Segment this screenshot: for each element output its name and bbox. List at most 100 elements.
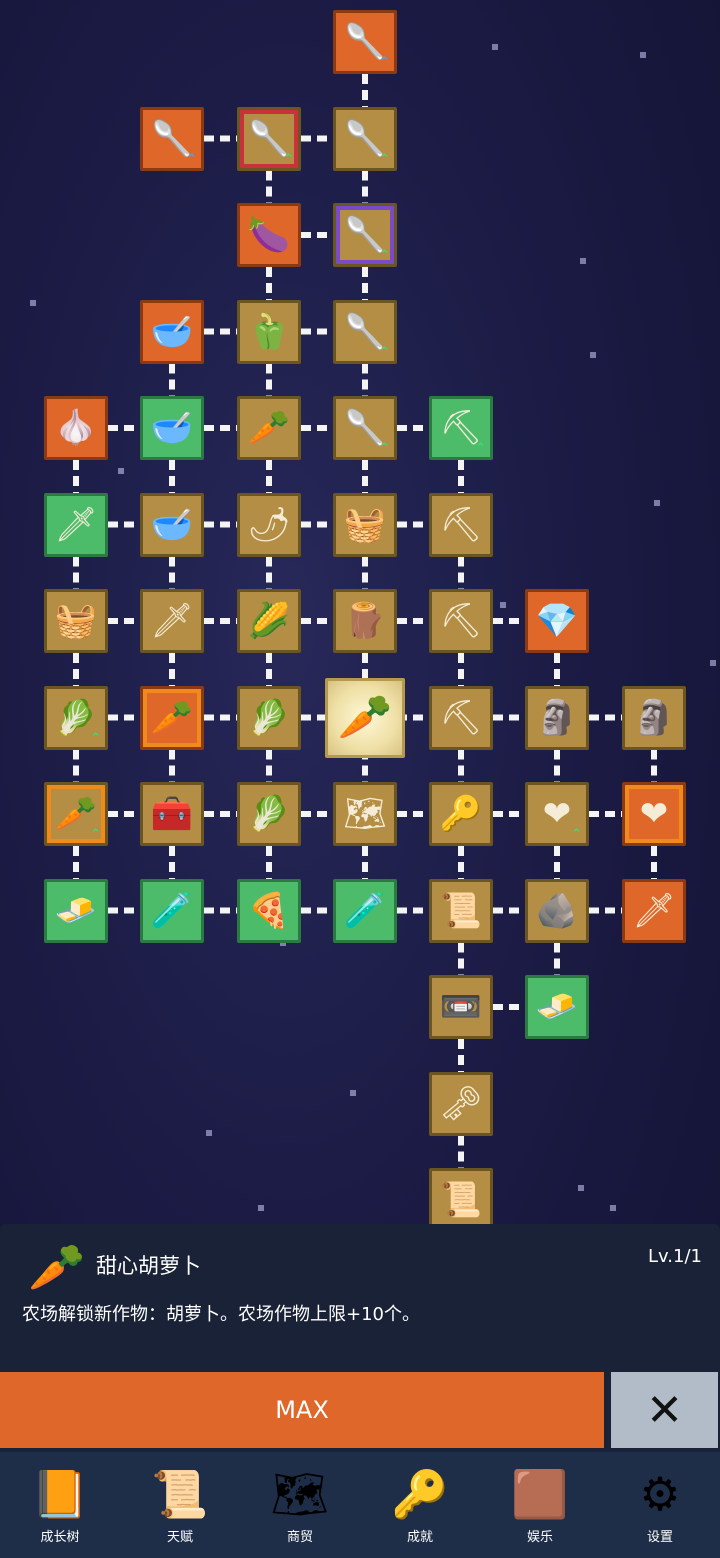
tree-node[interactable]: 💎 xyxy=(525,589,589,653)
nav-entertainment[interactable]: 🟫 娱乐 xyxy=(480,1452,600,1558)
node-item-icon: 🥬 xyxy=(247,794,291,834)
tree-node[interactable]: 🍆 xyxy=(237,203,301,267)
tree-node[interactable]: 🥕 xyxy=(140,685,204,750)
max-button[interactable]: MAX xyxy=(0,1372,604,1448)
node-item-icon: 🗺 xyxy=(343,794,387,834)
star xyxy=(118,468,124,474)
tree-node[interactable]: 🗿 xyxy=(622,685,686,750)
upgrade-arrow-icon: ⌃ xyxy=(283,151,294,167)
tree-node[interactable]: 🥣 xyxy=(140,492,204,557)
map-icon: 🗺 xyxy=(270,1467,330,1521)
tree-node[interactable]: 🌽 xyxy=(237,589,301,653)
tree-node[interactable]: 🧪 xyxy=(140,878,204,943)
tree-node[interactable]: 📼 xyxy=(429,975,493,1039)
tree-node[interactable]: 🗺 xyxy=(333,782,397,846)
tree-node[interactable]: ⛏ xyxy=(429,685,493,750)
tree-node[interactable]: 🥣 xyxy=(140,396,204,460)
tree-node[interactable]: 🗡 xyxy=(44,492,108,557)
node-item-icon: 🧪 xyxy=(150,890,194,931)
scroll-brown-icon: 🟫 xyxy=(511,1467,569,1521)
tree-node[interactable]: 🥣 xyxy=(140,299,204,364)
node-item-icon: 🥣 xyxy=(150,311,194,352)
tree-node[interactable]: ⛏ ⌃ xyxy=(429,396,493,460)
tree-node[interactable]: 🪵 xyxy=(333,589,397,653)
tree-node[interactable]: 🗝 xyxy=(429,1071,493,1136)
close-icon: ✕ xyxy=(646,1384,683,1436)
node-item-icon: ⛏ xyxy=(439,504,483,545)
node-item-icon: 🫑 xyxy=(247,311,291,352)
star xyxy=(500,602,506,608)
tree-node[interactable]: 🥄 ⌃ xyxy=(237,106,301,171)
tree-node[interactable]: ❤ xyxy=(622,782,686,846)
upgrade-arrow-icon: ⌃ xyxy=(379,441,390,456)
node-item-icon: 🧺 xyxy=(54,601,98,641)
nav-trade[interactable]: 🗺 商贸 xyxy=(240,1452,360,1558)
tree-node[interactable]: 🗡 xyxy=(140,589,204,653)
nav-talent[interactable]: 📜 天赋 xyxy=(120,1452,240,1558)
tree-node[interactable]: ⛏ xyxy=(429,589,493,653)
nav-label: 设置 xyxy=(646,1530,673,1545)
star xyxy=(258,1205,264,1211)
tree-node[interactable]: 🍕 xyxy=(237,878,301,943)
tree-node[interactable]: 📜 xyxy=(429,1168,493,1232)
tree-node[interactable]: 🗿 xyxy=(525,685,589,750)
tree-node-selected[interactable]: 🥕 xyxy=(325,677,405,758)
tree-node[interactable]: 🧈 xyxy=(44,878,108,943)
tree-node[interactable]: 🔑 xyxy=(429,782,493,846)
tree-node[interactable]: 🫑 xyxy=(237,299,301,364)
node-item-icon: 🥬 xyxy=(247,697,291,738)
tree-node[interactable]: ⛏ xyxy=(429,492,493,557)
tree-node[interactable]: 🧈 xyxy=(525,975,589,1039)
bottom-nav: 📙 成长树 📜 天赋 🗺 商贸 🔑 成就 🟫 娱乐 ⚙ 设置 xyxy=(0,1452,720,1558)
tree-node[interactable]: 🧺 xyxy=(44,589,108,653)
tree-node[interactable]: 🪨 xyxy=(525,878,589,943)
star xyxy=(640,52,646,58)
nav-settings[interactable]: ⚙ 设置 xyxy=(600,1452,720,1558)
node-item-icon: 🥄 xyxy=(343,408,387,448)
tree-node[interactable]: ❤ ⌃ xyxy=(525,782,589,846)
tree-node[interactable]: 📜 xyxy=(429,878,493,943)
tree-node[interactable]: 🥄 ⌃ xyxy=(333,106,397,171)
tree-node[interactable]: 🥄 ⌃ xyxy=(333,10,397,74)
node-item-icon: 🥄 xyxy=(343,311,387,352)
skill-level: Lv.1/1 xyxy=(648,1246,702,1267)
gear-icon: ⚙ xyxy=(639,1467,681,1521)
nav-label: 娱乐 xyxy=(526,1530,553,1545)
node-item-icon: 🗡 xyxy=(54,504,98,545)
nav-growth-tree[interactable]: 📙 成长树 xyxy=(0,1452,120,1558)
upgrade-arrow-icon: ⌃ xyxy=(571,827,582,842)
skill-description: 农场解锁新作物：胡萝卜。农场作物上限+10个。 xyxy=(22,1304,420,1325)
star xyxy=(206,1130,212,1136)
tree-node[interactable]: 🧪 xyxy=(333,878,397,943)
tree-node[interactable]: 🌶 xyxy=(237,492,301,557)
book-icon: 📙 xyxy=(31,1467,89,1521)
node-item-icon: 🍆 xyxy=(247,215,291,255)
node-item-icon: 🍕 xyxy=(247,890,291,931)
upgrade-arrow-icon: ⌃ xyxy=(90,827,101,842)
node-item-icon: ❤ xyxy=(639,794,669,834)
tree-node[interactable]: 🗡 xyxy=(622,878,686,943)
node-item-icon: 📜 xyxy=(439,890,483,931)
node-item-icon: 🥬 xyxy=(54,697,98,738)
tree-node[interactable]: 🥄 ⌃ xyxy=(140,106,204,171)
nav-achievement[interactable]: 🔑 成就 xyxy=(360,1452,480,1558)
tree-node[interactable]: 🥬 xyxy=(237,782,301,846)
node-item-icon: 🌽 xyxy=(247,601,291,641)
tree-node[interactable]: 🧺 xyxy=(333,492,397,557)
close-button[interactable]: ✕ xyxy=(611,1372,718,1448)
star xyxy=(30,300,36,306)
node-item-icon: 💎 xyxy=(535,601,579,641)
nav-label: 成长树 xyxy=(40,1530,80,1545)
tree-node[interactable]: 🥕 xyxy=(237,396,301,460)
tree-node[interactable]: 🥄 ⌃ xyxy=(333,203,397,267)
tree-node[interactable]: 🥕 ⌃ xyxy=(44,782,108,846)
tree-node[interactable]: 🥬 xyxy=(237,685,301,750)
node-item-icon: 🧈 xyxy=(54,890,98,931)
node-item-icon: 📼 xyxy=(439,987,483,1027)
tree-node[interactable]: 🥬 ⌃ xyxy=(44,685,108,750)
tree-node[interactable]: 🥄 ⌃ xyxy=(333,396,397,460)
tree-node[interactable]: 🥄 ⌃ xyxy=(333,299,397,364)
tree-node[interactable]: 🧰 xyxy=(140,782,204,846)
tree-node[interactable]: 🧄 xyxy=(44,396,108,460)
node-item-icon: 🥕 xyxy=(247,408,291,448)
